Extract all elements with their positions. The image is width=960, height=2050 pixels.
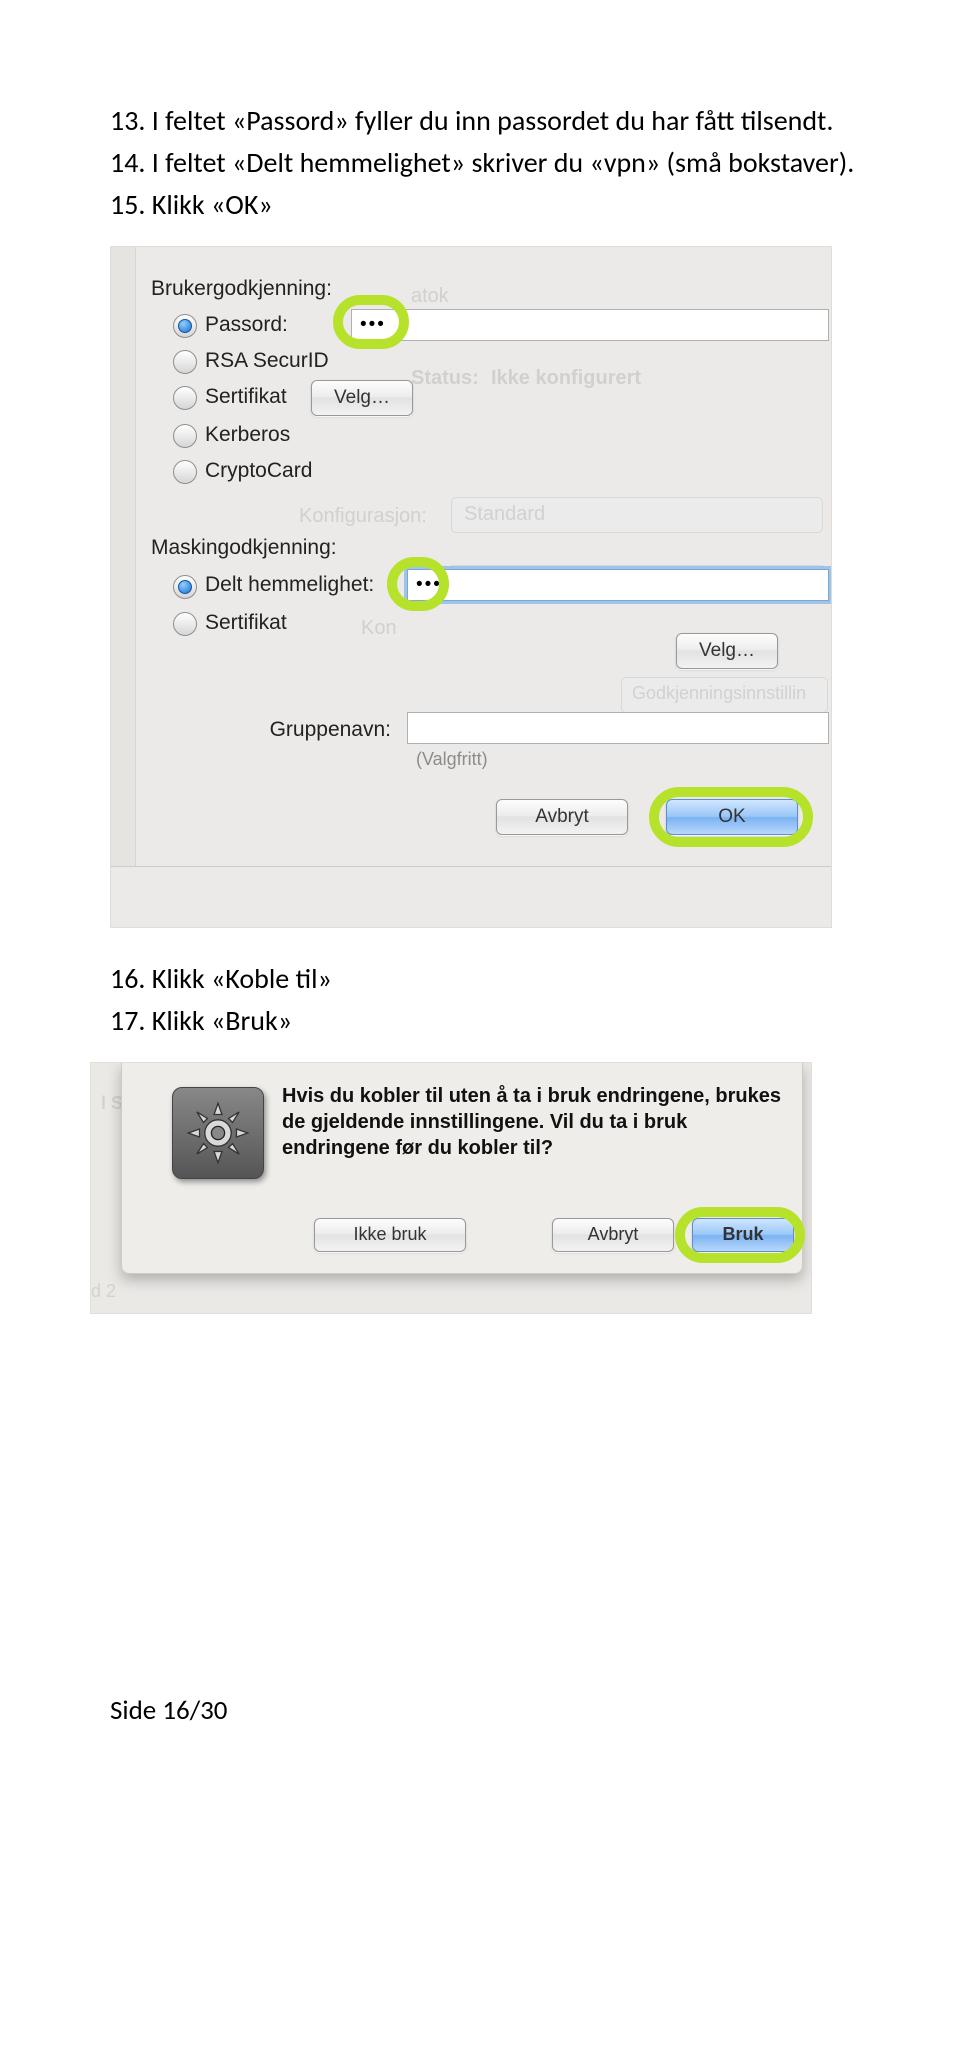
section-user-label: Brukergodkjenning: xyxy=(151,277,332,301)
screenshot-left-edge xyxy=(111,247,136,927)
confirm-sheet: Hvis du kobler til uten å ta i bruk endr… xyxy=(121,1063,803,1274)
instruction-14: 14. I feltet «Delt hemmelighet» skriver … xyxy=(110,142,860,184)
radio-kerberos[interactable] xyxy=(173,424,197,448)
ghost-kon: Kon xyxy=(361,617,397,640)
ghost-godkjenning-block: Godkjenningsinnstillin xyxy=(621,677,828,713)
gruppenavn-label: Gruppenavn: xyxy=(231,718,391,742)
instructions-mid: 16. Klikk «Koble til» 17. Klikk «Bruk» xyxy=(110,958,860,1042)
btn-avbryt-2[interactable]: Avbryt xyxy=(552,1218,674,1252)
btn-ikke-bruk[interactable]: Ikke bruk xyxy=(314,1218,466,1252)
ghost-godkjenning: Godkjenningsinnstillin xyxy=(632,683,806,704)
highlight-passord-icon xyxy=(333,295,409,349)
screenshot-auth-dialog: atok Status: Ikke konfigurert Konfiguras… xyxy=(110,246,832,928)
instruction-16: 16. Klikk «Koble til» xyxy=(110,958,860,1000)
radio-passord[interactable] xyxy=(173,314,197,338)
radio-sertifikat-user[interactable] xyxy=(173,386,197,410)
radio-sertifikat-user-label: Sertifikat xyxy=(205,385,287,409)
ghost-atok: atok xyxy=(411,285,449,308)
ghost-d2: d 2 xyxy=(91,1281,116,1302)
instructions-top: 13. I feltet «Passord» fyller du inn pas… xyxy=(110,100,860,226)
input-passord[interactable]: ••• xyxy=(351,309,829,341)
btn-velg-machine-cert[interactable]: Velg… xyxy=(676,633,778,669)
radio-sertifikat-machine-label: Sertifikat xyxy=(205,611,287,635)
radio-delt-hemmelighet[interactable] xyxy=(173,575,197,599)
prefs-gear-icon xyxy=(172,1087,264,1179)
ghost-status-label: Status: xyxy=(411,367,479,390)
radio-rsa[interactable] xyxy=(173,350,197,374)
confirm-message: Hvis du kobler til uten å ta i bruk endr… xyxy=(282,1083,782,1161)
input-gruppenavn[interactable] xyxy=(407,712,829,744)
ghost-konfig-value: Standard xyxy=(464,503,545,526)
ghost-status-value: Ikke konfigurert xyxy=(491,367,641,390)
highlight-bruk-icon xyxy=(675,1207,805,1263)
radio-rsa-label: RSA SecurID xyxy=(205,349,329,373)
radio-cryptocard-label: CryptoCard xyxy=(205,459,312,483)
screenshot-bottom-edge xyxy=(111,866,831,927)
gruppenavn-hint: (Valgfritt) xyxy=(416,749,488,770)
ghost-konfig-label: Konfigurasjon: xyxy=(299,505,427,528)
radio-cryptocard[interactable] xyxy=(173,460,197,484)
radio-kerberos-label: Kerberos xyxy=(205,423,290,447)
ghost-konfig-block: Standard xyxy=(451,497,823,533)
section-machine-label: Maskingodkjenning: xyxy=(151,536,337,560)
input-delt-hemmelighet[interactable]: ••• xyxy=(407,569,829,601)
screenshot-confirm-dialog: l So Status: Ikke tilkoblet d 2 Hvis du … xyxy=(90,1062,812,1314)
page-footer: Side 16/30 xyxy=(110,1694,860,1727)
radio-delt-hemmelighet-label: Delt hemmelighet: xyxy=(205,573,374,597)
btn-velg-user-cert[interactable]: Velg… xyxy=(311,380,413,416)
highlight-ok-icon xyxy=(649,787,813,847)
radio-sertifikat-machine[interactable] xyxy=(173,612,197,636)
instruction-17: 17. Klikk «Bruk» xyxy=(110,1000,860,1042)
instruction-13: 13. I feltet «Passord» fyller du inn pas… xyxy=(110,100,860,142)
instruction-15: 15. Klikk «OK» xyxy=(110,184,860,226)
btn-avbryt[interactable]: Avbryt xyxy=(496,799,628,835)
highlight-delt-icon xyxy=(387,557,449,611)
radio-passord-label: Passord: xyxy=(205,313,288,337)
